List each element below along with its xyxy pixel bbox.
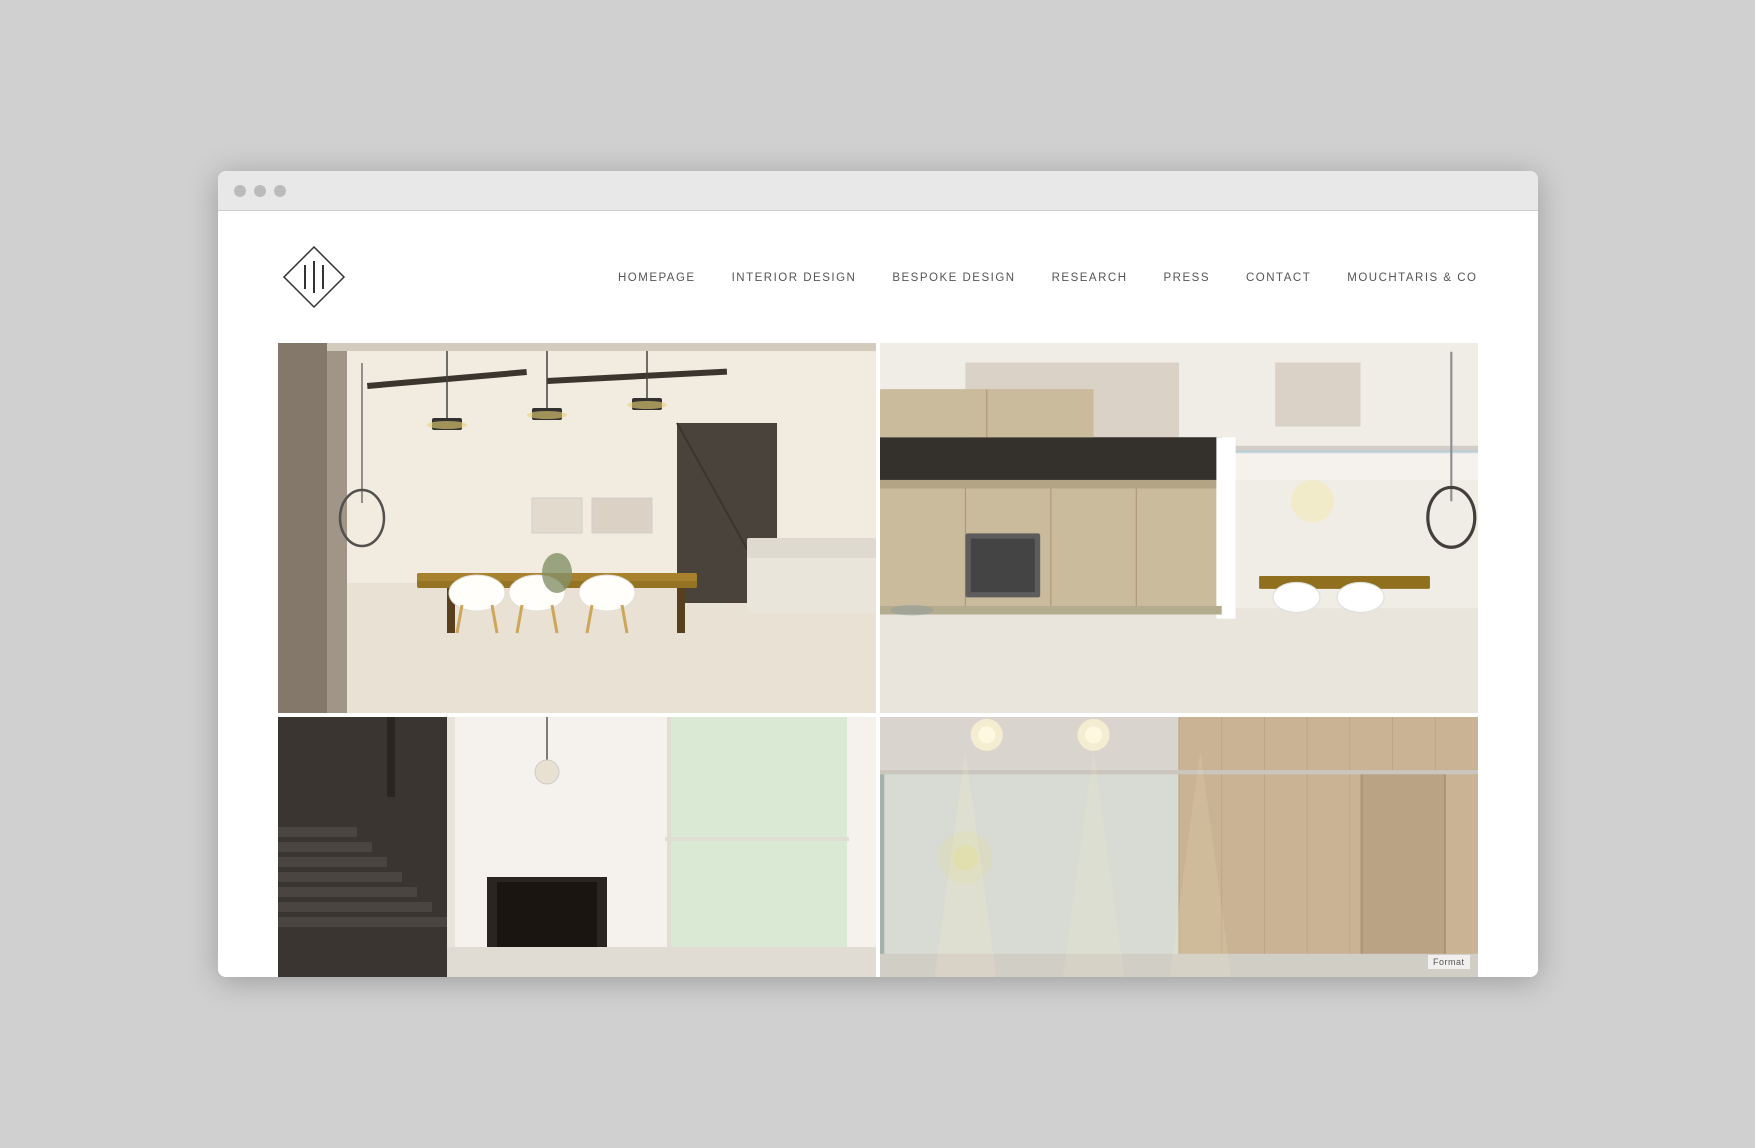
logo-diamond <box>278 241 350 313</box>
nav-item-press[interactable]: PRESS <box>1164 268 1211 286</box>
nav-item-mouchtaris[interactable]: MOUCHTARIS & CO <box>1347 268 1477 286</box>
nav-link-mouchtaris[interactable]: MOUCHTARIS & CO <box>1347 272 1477 284</box>
nav-link-bespoke-design[interactable]: BESPOKE DESIGN <box>892 272 1015 284</box>
nav-item-contact[interactable]: CONTACT <box>1246 268 1311 286</box>
nav-item-bespoke-design[interactable]: BESPOKE DESIGN <box>892 268 1015 286</box>
nav-link-contact[interactable]: CONTACT <box>1246 272 1311 284</box>
nav-link-press[interactable]: PRESS <box>1164 272 1211 284</box>
gallery-item-2[interactable] <box>880 343 1478 713</box>
browser-dot-yellow[interactable] <box>254 185 266 197</box>
nav-menu: HOMEPAGE INTERIOR DESIGN BESPOKE DESIGN … <box>618 268 1478 286</box>
nav-link-research[interactable]: RESEARCH <box>1052 272 1128 284</box>
gallery-item-3[interactable] <box>278 717 876 977</box>
browser-dot-green[interactable] <box>274 185 286 197</box>
gallery-item-4[interactable]: Format <box>880 717 1478 977</box>
nav-link-homepage[interactable]: HOMEPAGE <box>618 272 696 284</box>
site-header: HOMEPAGE INTERIOR DESIGN BESPOKE DESIGN … <box>218 211 1538 343</box>
nav-item-homepage[interactable]: HOMEPAGE <box>618 268 696 286</box>
format-badge: Format <box>1428 955 1470 969</box>
main-nav: HOMEPAGE INTERIOR DESIGN BESPOKE DESIGN … <box>618 268 1478 286</box>
browser-content: HOMEPAGE INTERIOR DESIGN BESPOKE DESIGN … <box>218 211 1538 977</box>
browser-dot-red[interactable] <box>234 185 246 197</box>
logo-container[interactable] <box>278 241 350 313</box>
browser-window: HOMEPAGE INTERIOR DESIGN BESPOKE DESIGN … <box>218 171 1538 977</box>
gallery-grid: Format <box>278 343 1478 977</box>
nav-item-interior-design[interactable]: INTERIOR DESIGN <box>732 268 857 286</box>
gallery-item-1[interactable] <box>278 343 876 713</box>
nav-item-research[interactable]: RESEARCH <box>1052 268 1128 286</box>
nav-link-interior-design[interactable]: INTERIOR DESIGN <box>732 272 857 284</box>
browser-chrome <box>218 171 1538 211</box>
